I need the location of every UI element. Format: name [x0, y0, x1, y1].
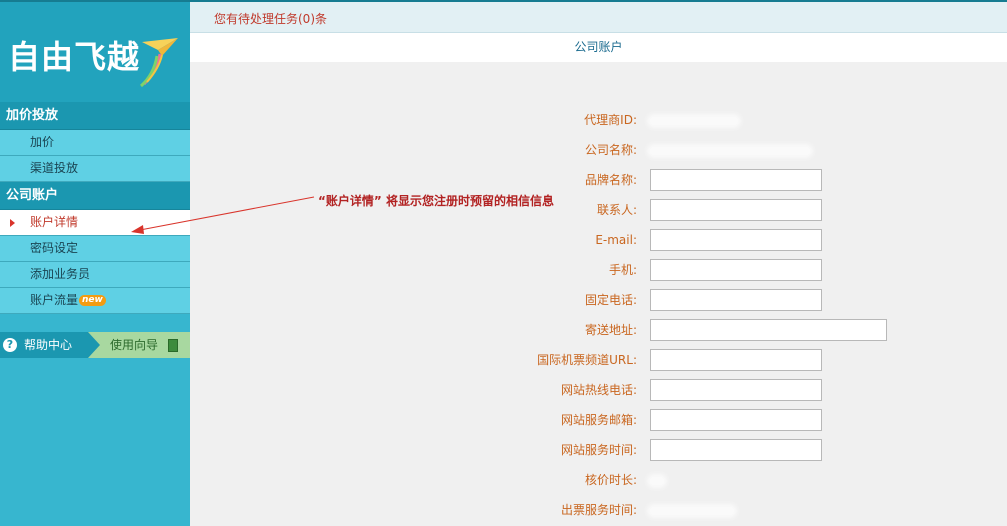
form-row-service-hours: 网站服务时间: — [190, 435, 1007, 465]
sidebar-item-markup[interactable]: 加价 — [0, 130, 190, 156]
caret-right-icon — [10, 219, 15, 227]
form-row-email: E-mail: — [190, 225, 1007, 255]
form-row-ticket-url: 国际机票频道URL: — [190, 345, 1007, 375]
sidebar-item-password[interactable]: 密码设定 — [0, 236, 190, 262]
field-label: E-mail: — [595, 233, 637, 247]
new-badge: new — [79, 295, 106, 306]
form-row-mobile: 手机: — [190, 255, 1007, 285]
book-icon — [168, 339, 178, 352]
service-hours-input[interactable] — [650, 439, 822, 461]
field-label: 国际机票频道URL: — [537, 353, 637, 367]
paper-plane-icon — [140, 38, 178, 88]
sidebar: 自由飞越 加价投放 加价 渠道投放 公司账户 账户详情 密码设定 添加业务员 账… — [0, 0, 190, 526]
annotation-text: “账户详情” 将显示您注册时预留的相信信息 — [318, 194, 554, 208]
field-label: 品牌名称: — [584, 173, 637, 187]
pending-tasks-link[interactable]: 您有待处理任务(0)条 — [214, 10, 327, 27]
section-company-account[interactable]: 公司账户 — [0, 182, 190, 210]
pricing-time-value — [650, 465, 664, 495]
field-label: 网站服务邮箱: — [560, 413, 637, 427]
field-label: 联系人: — [596, 203, 637, 217]
sidebar-item-label: 账户流量 — [30, 293, 79, 307]
field-label: 寄送地址: — [584, 323, 637, 337]
sidebar-item-account-details[interactable]: 账户详情 — [0, 210, 190, 236]
form-row-address: 寄送地址: — [190, 315, 1007, 345]
logo[interactable]: 自由飞越 — [0, 0, 190, 102]
section-pricing[interactable]: 加价投放 — [0, 102, 190, 130]
help-center-label: 帮助中心 — [24, 338, 73, 352]
form-row-phone: 固定电话: — [190, 285, 1007, 315]
ticket-url-input[interactable] — [650, 349, 822, 371]
company-name-value — [650, 135, 810, 165]
field-label: 网站服务时间: — [560, 443, 637, 457]
field-label: 网站热线电话: — [560, 383, 637, 397]
field-label: 手机: — [608, 263, 637, 277]
hotline-input[interactable] — [650, 379, 822, 401]
help-center-button[interactable]: ? 帮助中心 — [0, 332, 100, 358]
help-bar: ? 帮助中心 使用向导 — [0, 332, 190, 358]
agent-id-value — [650, 105, 738, 135]
form-row-hotline: 网站热线电话: — [190, 375, 1007, 405]
help-icon: ? — [3, 338, 17, 352]
form-row-contact: 联系人: — [190, 195, 1007, 225]
form-row-service-email: 网站服务邮箱: — [190, 405, 1007, 435]
field-label: 固定电话: — [584, 293, 637, 307]
mobile-input[interactable] — [650, 259, 822, 281]
form-row-brand-name: 品牌名称: — [190, 165, 1007, 195]
form-row-pricing-time: 核价时长: — [190, 465, 1007, 495]
service-email-input[interactable] — [650, 409, 822, 431]
field-label: 核价时长: — [584, 473, 637, 487]
ticketing-hours-value — [650, 495, 734, 525]
form-row-company-name: 公司名称: — [190, 135, 1007, 165]
field-label: 出票服务时间: — [560, 503, 637, 517]
form-row-ticketing-hours: 出票服务时间: — [190, 495, 1007, 525]
phone-input[interactable] — [650, 289, 822, 311]
brand-name-input[interactable] — [650, 169, 822, 191]
form-row-agent-id: 代理商ID: — [190, 105, 1007, 135]
address-input[interactable] — [650, 319, 887, 341]
guide-link[interactable]: 使用向导 — [110, 332, 158, 358]
sidebar-item-channel[interactable]: 渠道投放 — [0, 156, 190, 182]
sidebar-item-label: 账户详情 — [30, 215, 79, 229]
sidebar-item-add-salesman[interactable]: 添加业务员 — [0, 262, 190, 288]
page-title: 公司账户 — [190, 33, 1007, 62]
top-bar: 您有待处理任务(0)条 — [190, 0, 1007, 33]
field-label: 公司名称: — [584, 143, 637, 157]
contact-input[interactable] — [650, 199, 822, 221]
email-input[interactable] — [650, 229, 822, 251]
sidebar-item-account-traffic[interactable]: 账户流量 new — [0, 288, 190, 314]
field-label: 代理商ID: — [584, 113, 637, 127]
logo-text: 自由飞越 — [8, 38, 141, 76]
